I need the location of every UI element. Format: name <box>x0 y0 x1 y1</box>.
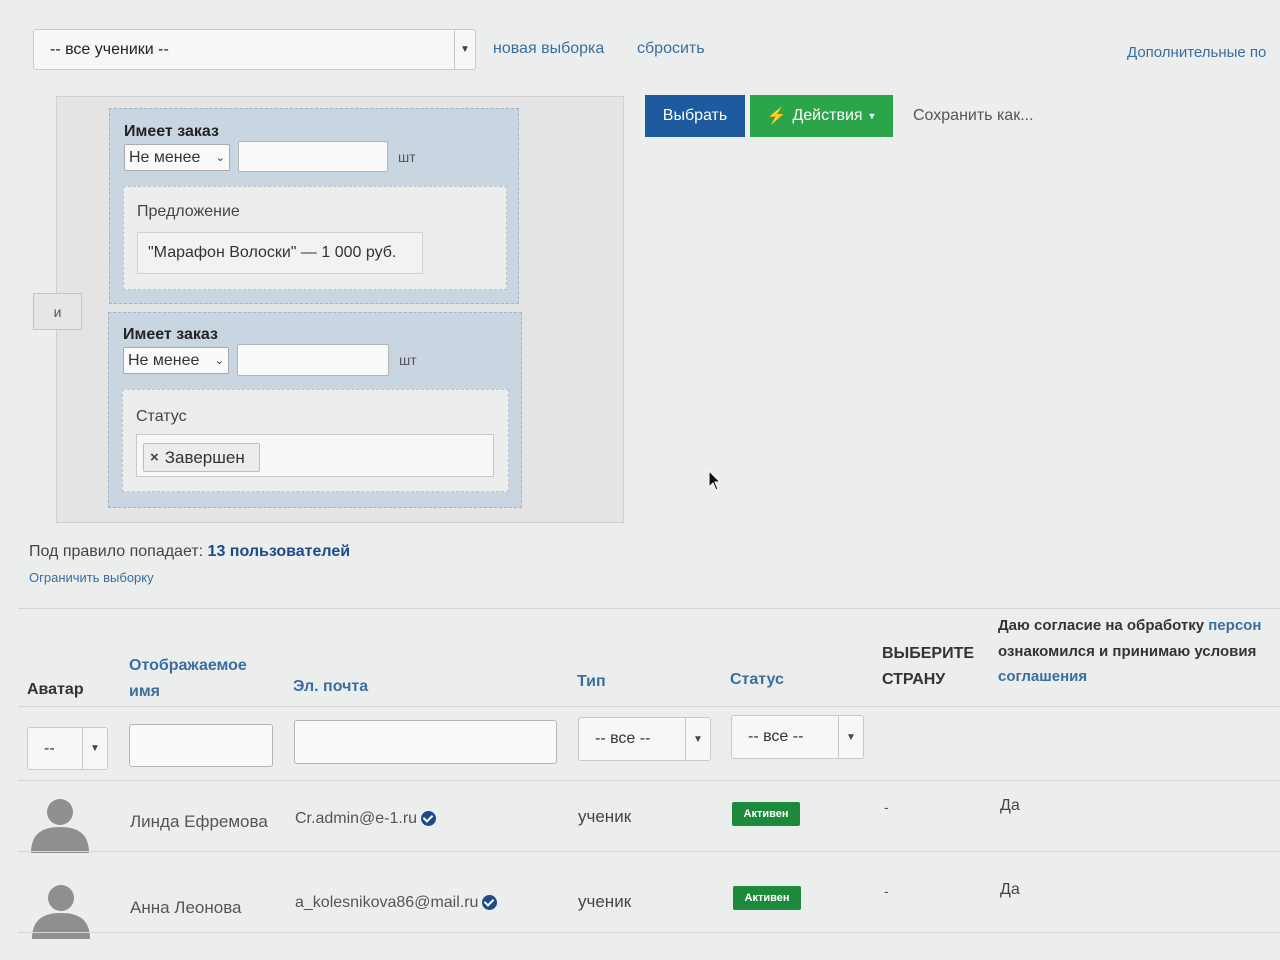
condition-title-2: Имеет заказ <box>123 326 218 343</box>
consent-header: Даю согласие на обработку персон ознаком… <box>998 613 1261 690</box>
and-operator-button[interactable]: и <box>33 293 82 330</box>
select-button-label: Выбрать <box>662 107 728 124</box>
user-type: ученик <box>578 807 632 826</box>
consent-header-text: Даю согласие на обработку <box>998 617 1209 634</box>
user-country: - <box>884 799 889 815</box>
display-name-header-line1: Отображаемое <box>129 657 247 674</box>
verified-check-icon <box>421 811 437 827</box>
country-header-line2: СТРАНУ <box>882 671 946 688</box>
and-operator-label: и <box>53 303 62 320</box>
reset-link[interactable]: сбросить <box>637 40 705 58</box>
condition-title-1: Имеет заказ <box>124 123 219 140</box>
status-badge: Активен <box>733 886 801 910</box>
display-name-header[interactable]: Отображаемое имя <box>129 653 247 705</box>
divider <box>18 608 1280 609</box>
unit-label-2: шт <box>399 352 417 368</box>
users-count-link[interactable]: 13 пользователей <box>208 543 351 560</box>
new-selection-link[interactable]: новая выборка <box>493 40 604 58</box>
user-email: a_kolesnikova86@mail.ru <box>295 894 498 912</box>
type-filter-value: -- все -- <box>595 730 651 747</box>
status-filter-select[interactable]: -- все -- ▼ <box>731 715 864 759</box>
count-input-1[interactable] <box>238 141 388 172</box>
row-divider <box>18 932 1280 933</box>
operator-select-value-2: Не менее <box>128 351 200 369</box>
extra-params-link[interactable]: Дополнительные по <box>1127 44 1266 61</box>
user-email-text: a_kolesnikova86@mail.ru <box>295 894 479 911</box>
table-row[interactable] <box>18 852 1280 932</box>
actions-button-label: Действия <box>792 107 863 124</box>
agreement-link[interactable]: соглашения <box>998 664 1261 690</box>
status-badge: Активен <box>732 802 800 826</box>
consent-header-line1: Даю согласие на обработку персон <box>998 613 1261 639</box>
avatar-header: Аватар <box>27 681 84 698</box>
save-as-link[interactable]: Сохранить как... <box>913 107 1034 125</box>
user-name[interactable]: Анна Леонова <box>130 898 242 918</box>
operator-select-2[interactable]: Не менее ⌄ <box>123 347 229 374</box>
user-email-text: Cr.admin@e-1.ru <box>295 810 418 827</box>
email-header[interactable]: Эл. почта <box>293 678 368 696</box>
count-input-2[interactable] <box>237 344 389 376</box>
country-header-line1: ВЫБЕРИТЕ <box>882 645 975 662</box>
status-badge-text: Активен <box>744 892 790 904</box>
chevron-down-icon: ▼ <box>838 716 863 758</box>
chevron-down-icon: ▼ <box>82 728 107 769</box>
header-divider <box>18 706 1280 707</box>
user-consent: Да <box>1000 797 1020 814</box>
display-name-header-line2: имя <box>129 683 161 700</box>
status-tag: × Завершен <box>143 443 260 472</box>
unit-label-1: шт <box>398 149 416 165</box>
offer-value-box[interactable]: "Марафон Волоски" — 1 000 руб. <box>137 232 423 274</box>
caret-down-icon: ▼ <box>867 111 877 121</box>
status-filter-value: -- все -- <box>748 728 804 745</box>
chevron-down-icon: ▼ <box>454 30 475 69</box>
chevron-down-icon: ▼ <box>685 718 710 760</box>
user-name[interactable]: Линда Ефремова <box>130 812 268 832</box>
actions-dropdown-button[interactable]: ⚡ Действия ▼ <box>750 95 893 137</box>
operator-select-1[interactable]: Не менее ⌄ <box>124 144 230 171</box>
avatar-filter-value: -- <box>44 739 55 757</box>
type-header[interactable]: Тип <box>577 673 606 691</box>
consent-header-link[interactable]: персон <box>1208 617 1261 634</box>
user-country: - <box>884 883 889 899</box>
status-label: Статус <box>136 408 187 425</box>
consent-header-line2: ознакомился и принимаю условия <box>998 642 1257 660</box>
offer-label: Предложение <box>137 203 240 220</box>
rule-summary: Под правило попадает: 13 пользователей <box>29 543 350 561</box>
mouse-cursor-icon <box>708 470 722 491</box>
chevron-down-icon: ⌄ <box>215 152 225 164</box>
remove-tag-icon[interactable]: × <box>150 449 159 466</box>
select-button[interactable]: Выбрать <box>645 95 745 137</box>
avatar <box>32 885 90 939</box>
email-filter-input[interactable] <box>294 720 557 764</box>
verified-check-icon <box>482 895 498 911</box>
country-header: ВЫБЕРИТЕ СТРАНУ <box>882 641 974 693</box>
segment-select[interactable]: -- все ученики -- ▼ <box>33 29 476 70</box>
avatar <box>31 799 89 853</box>
user-email: Cr.admin@e-1.ru <box>295 810 437 828</box>
status-header[interactable]: Статус <box>730 671 784 689</box>
type-filter-select[interactable]: -- все -- ▼ <box>578 717 711 761</box>
summary-prefix: Под правило попадает: <box>29 543 204 560</box>
chevron-down-icon: ⌄ <box>214 355 224 367</box>
user-type: ученик <box>578 892 632 911</box>
bolt-icon: ⚡ <box>766 108 787 125</box>
name-filter-input[interactable] <box>129 724 273 767</box>
avatar-filter-select[interactable]: -- ▼ <box>27 727 108 770</box>
status-badge-text: Активен <box>743 808 789 820</box>
status-tag-value: Завершен <box>164 447 245 467</box>
limit-selection-link[interactable]: Ограничить выборку <box>29 570 154 585</box>
segment-select-value: -- все ученики -- <box>50 40 169 58</box>
offer-value: "Марафон Волоски" — 1 000 руб. <box>148 244 397 261</box>
operator-select-value-1: Не менее <box>129 148 201 166</box>
user-consent: Да <box>1000 881 1020 898</box>
